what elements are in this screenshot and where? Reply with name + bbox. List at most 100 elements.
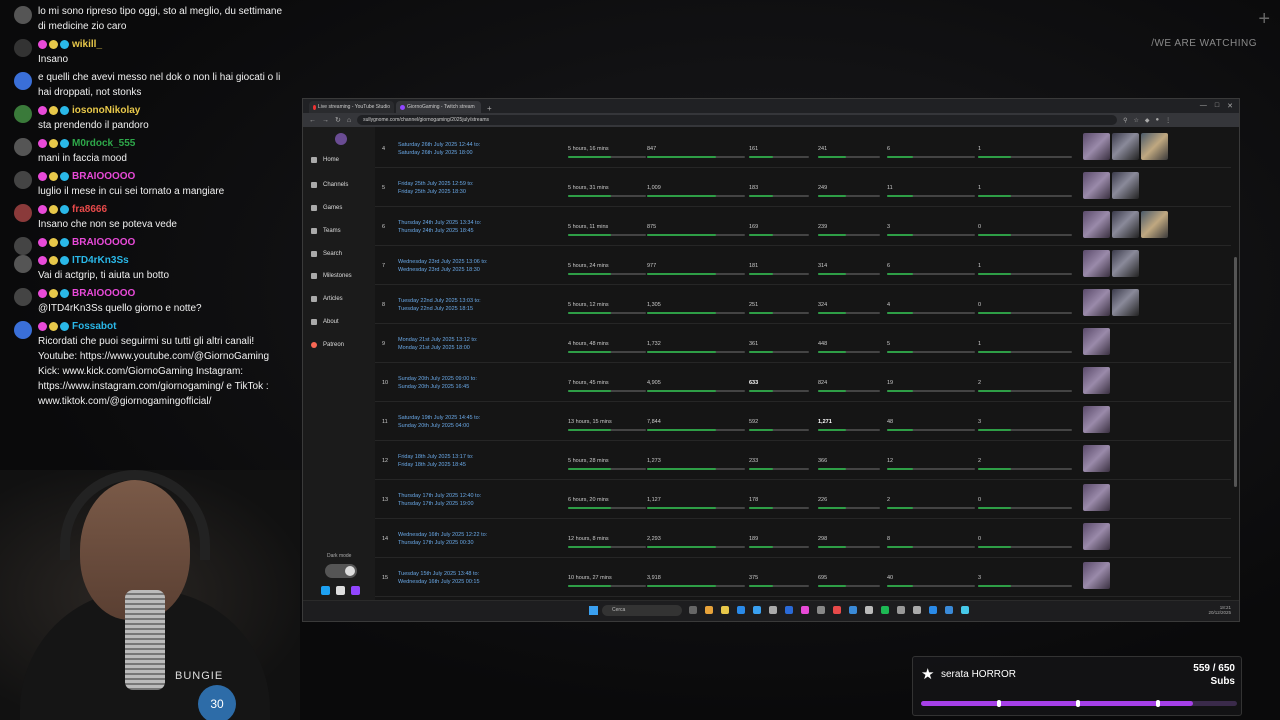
game-thumbnail[interactable] — [1083, 328, 1110, 355]
games-icon — [311, 205, 317, 211]
game-thumbnail[interactable] — [1083, 484, 1110, 511]
close-icon[interactable]: ✕ — [1227, 102, 1233, 110]
game-thumbnail[interactable] — [1141, 133, 1168, 160]
app-icon[interactable] — [865, 606, 873, 614]
spotify-icon[interactable] — [881, 606, 889, 614]
app-icon[interactable] — [753, 606, 761, 614]
game-thumbnail[interactable] — [1083, 289, 1110, 316]
game-thumbnail[interactable] — [1083, 523, 1110, 550]
value-bar-fill — [749, 468, 773, 470]
chat-username[interactable]: M0rdock_555 — [72, 136, 135, 151]
stream-date-link[interactable]: Saturday 26th July 2025 12:44 to: Saturda… — [398, 141, 480, 157]
stream-date-link[interactable]: Saturday 19th July 2025 14:45 to: Sunday … — [398, 414, 480, 430]
subs-gained: 2 — [978, 380, 982, 386]
menu-icon[interactable]: ⋮ — [1165, 117, 1171, 124]
generic-link-icon[interactable] — [336, 586, 345, 595]
chat-username[interactable]: iosonoNikolay — [72, 103, 140, 118]
game-thumbnail[interactable] — [1083, 133, 1110, 160]
game-thumbnail[interactable] — [1112, 172, 1139, 199]
app-icon[interactable] — [961, 606, 969, 614]
app-icon[interactable] — [689, 606, 697, 614]
game-thumbnail[interactable] — [1112, 289, 1139, 316]
bookmark-star-icon[interactable]: ☆ — [1134, 117, 1139, 124]
game-thumbnail[interactable] — [1083, 211, 1110, 238]
chat-username[interactable]: Fossabot — [72, 319, 116, 334]
system-tray[interactable]: 18:21 20/12/2025 — [1208, 605, 1231, 615]
reload-icon[interactable]: ↻ — [335, 116, 341, 124]
app-icon[interactable] — [945, 606, 953, 614]
sidebar-item-games[interactable]: Games — [311, 205, 342, 211]
discord-icon[interactable] — [801, 606, 809, 614]
game-thumbnail[interactable] — [1112, 250, 1139, 277]
chat-username[interactable]: ITD4rKn3Ss — [72, 253, 129, 268]
app-icon[interactable] — [913, 606, 921, 614]
game-thumbnail[interactable] — [1083, 445, 1110, 472]
sidebar-item-milestones[interactable]: Milestones — [311, 273, 352, 279]
stream-end: Saturday 26th July 2025 18:00 — [398, 150, 473, 156]
stream-date-link[interactable]: Thursday 17th July 2025 12:40 to: Thursda… — [398, 492, 481, 508]
twitter-icon[interactable] — [321, 586, 330, 595]
game-thumbnail[interactable] — [1141, 211, 1168, 238]
twitch-icon[interactable] — [351, 586, 360, 595]
stream-date-link[interactable]: Thursday 24th July 2025 13:34 to: Thursda… — [398, 219, 481, 235]
back-icon[interactable]: ← — [309, 117, 316, 124]
stream-date-link[interactable]: Tuesday 22nd July 2025 13:03 to: Tuesday … — [398, 297, 481, 313]
forward-icon[interactable]: → — [322, 117, 329, 124]
app-icon[interactable] — [849, 606, 857, 614]
value-bar — [978, 429, 1072, 431]
social-links — [321, 586, 360, 595]
minimize-icon[interactable]: — — [1200, 102, 1207, 110]
chrome-icon[interactable] — [705, 606, 713, 614]
maximize-icon[interactable]: □ — [1215, 102, 1219, 110]
game-thumbnail[interactable] — [1083, 367, 1110, 394]
game-thumbnail[interactable] — [1083, 406, 1110, 433]
stream-date-link[interactable]: Sunday 20th July 2025 09:00 to: Sunday 20… — [398, 375, 477, 391]
sidebar-item-about[interactable]: About — [311, 319, 339, 325]
new-tab-button[interactable]: + — [483, 104, 496, 113]
chat-username[interactable]: BRAIOOOOO — [72, 286, 135, 301]
sidebar-item-teams[interactable]: Teams — [311, 228, 341, 234]
chat-username[interactable]: wikill_ — [72, 37, 102, 52]
folder-icon[interactable] — [721, 606, 729, 614]
chat-username[interactable]: BRAIOOOOO — [72, 235, 135, 250]
stream-date-link[interactable]: Tuesday 15th July 2025 13:48 to: Wednesda… — [398, 570, 480, 586]
app-icon[interactable] — [769, 606, 777, 614]
game-thumbnail[interactable] — [1083, 250, 1110, 277]
value-bar — [818, 312, 880, 314]
app-icon[interactable] — [817, 606, 825, 614]
game-thumbnail[interactable] — [1083, 562, 1110, 589]
tab-youtube-studio[interactable]: Live streaming - YouTube Studio — [309, 101, 394, 113]
stream-date-link[interactable]: Friday 25th July 2025 12:59 to: Friday 25… — [398, 180, 474, 196]
stream-date-link[interactable]: Friday 18th July 2025 13:17 to: Friday 18… — [398, 453, 474, 469]
chat-username[interactable]: fra8666 — [72, 202, 107, 217]
sidebar-item-home[interactable]: Home — [311, 157, 339, 163]
chat-username[interactable]: BRAIOOOOO — [72, 169, 135, 184]
extensions-icon[interactable]: ◆ — [1145, 117, 1150, 124]
sidebar-item-channels[interactable]: Channels — [311, 182, 348, 188]
app-icon[interactable] — [785, 606, 793, 614]
site-logo[interactable] — [335, 133, 347, 145]
app-icon[interactable] — [833, 606, 841, 614]
windows-start-icon[interactable] — [589, 606, 598, 615]
sidebar-item-search[interactable]: Search — [311, 251, 342, 257]
stream-date-link[interactable]: Wednesday 16th July 2025 12:22 to: Thursd… — [398, 531, 487, 547]
value-bar — [978, 468, 1072, 470]
app-icon[interactable] — [737, 606, 745, 614]
stream-date-link[interactable]: Wednesday 23rd July 2025 13:06 to: Wednes… — [398, 258, 488, 274]
app-icon[interactable] — [897, 606, 905, 614]
game-thumbnail[interactable] — [1112, 211, 1139, 238]
home-icon[interactable]: ⌂ — [347, 117, 351, 124]
tab-sullygnome[interactable]: GiornoGaming - Twitch stream — [396, 101, 481, 113]
game-thumbnail[interactable] — [1083, 172, 1110, 199]
dark-mode-toggle[interactable] — [325, 564, 357, 578]
zoom-icon[interactable]: ⚲ — [1123, 117, 1127, 124]
profile-icon[interactable]: ● — [1156, 117, 1160, 123]
stream-date-link[interactable]: Monday 21st July 2025 13:12 to: Monday 21… — [398, 336, 478, 352]
app-icon[interactable] — [929, 606, 937, 614]
url-field[interactable]: sullygnome.com/channel/giornogaming/2025… — [357, 115, 1118, 125]
taskbar-search[interactable]: Cerca — [602, 605, 682, 616]
sidebar-item-articles[interactable]: Articles — [311, 296, 343, 302]
sidebar-item-patreon[interactable]: Patreon — [311, 342, 344, 348]
game-thumbnail[interactable] — [1112, 133, 1139, 160]
page-scrollbar[interactable] — [1234, 257, 1237, 487]
